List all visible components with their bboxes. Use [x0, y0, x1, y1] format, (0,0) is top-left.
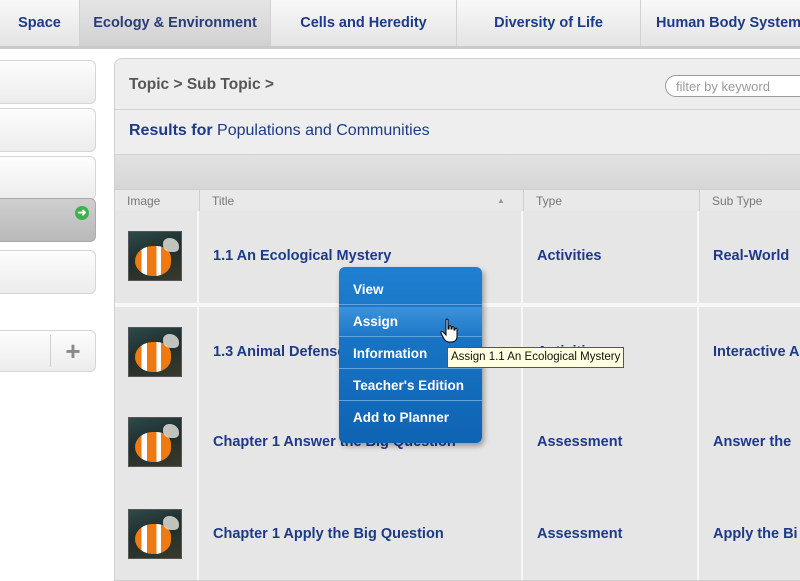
table-row[interactable]: Chapter 1 Apply the Big Question Assessm…: [115, 489, 800, 580]
tab-ecology-environment[interactable]: Ecology & Environment: [79, 0, 270, 46]
subtype-cell: Real-World: [699, 211, 800, 303]
hand-pointer-icon: [440, 318, 458, 343]
row-type: Assessment: [537, 526, 623, 542]
clownfish-icon[interactable]: [128, 417, 182, 467]
tab-cells-heredity[interactable]: Cells and Heredity: [270, 0, 456, 46]
subtype-cell: Interactive A: [699, 307, 800, 399]
breadcrumb[interactable]: Topic > Sub Topic >: [129, 76, 274, 94]
menu-item-teachers-edition[interactable]: Teacher's Edition: [339, 371, 482, 401]
tab-diversity-of-life[interactable]: Diversity of Life: [456, 0, 640, 46]
sidebar-item[interactable]: [0, 250, 96, 294]
row-sub-type: Interactive A: [713, 344, 800, 360]
row-type: Activities: [537, 248, 602, 264]
clownfish-icon[interactable]: [128, 231, 182, 281]
row-title[interactable]: 1.3 Animal Defenses: [213, 344, 354, 360]
column-header-type[interactable]: Type: [523, 190, 699, 212]
column-header-sub-type[interactable]: Sub Type: [699, 190, 800, 212]
row-sub-type: Answer the: [713, 434, 792, 450]
sidebar-item[interactable]: [0, 60, 96, 104]
row-sub-type: Apply the Bi: [713, 526, 798, 542]
sidebar-item[interactable]: [0, 108, 96, 152]
image-cell: [115, 397, 199, 489]
search-input[interactable]: [665, 75, 800, 97]
menu-item-view[interactable]: View: [339, 275, 482, 305]
type-cell: Assessment: [523, 397, 699, 489]
sort-ascending-icon[interactable]: ▲: [497, 190, 505, 212]
sidebar-item[interactable]: [0, 156, 96, 200]
subtype-cell: Apply the Bi: [699, 489, 800, 580]
toolbar-band: [115, 155, 800, 189]
sidebar: ➜ +: [0, 46, 98, 581]
menu-item-add-to-planner[interactable]: Add to Planner: [339, 403, 482, 433]
type-cell: Assessment: [523, 489, 699, 580]
topic-tabs: Space Ecology & Environment Cells and He…: [0, 0, 800, 49]
image-cell: [115, 211, 199, 303]
results-lead: Results for: [129, 122, 213, 139]
type-cell: Activities: [523, 211, 699, 303]
plus-icon[interactable]: +: [58, 335, 88, 367]
row-title[interactable]: Chapter 1 Apply the Big Question: [213, 526, 444, 542]
divider: [50, 335, 51, 367]
sidebar-item-selected[interactable]: ➜: [0, 198, 96, 242]
results-title: Results for Populations and Communities: [129, 122, 430, 140]
results-header: Results for Populations and Communities: [115, 110, 800, 155]
tab-human-body-systems[interactable]: Human Body Systems: [640, 0, 800, 46]
breadcrumb-bar: Topic > Sub Topic >: [115, 59, 800, 110]
clownfish-icon[interactable]: [128, 327, 182, 377]
row-sub-type: Real-World: [713, 248, 790, 264]
column-header-image[interactable]: Image: [115, 190, 199, 212]
menu-item-assign[interactable]: Assign: [339, 307, 482, 337]
table-header: Image Title ▲ Type Sub Type: [115, 189, 800, 213]
image-cell: [115, 489, 199, 580]
sidebar-add-box: +: [0, 330, 96, 372]
title-cell[interactable]: Chapter 1 Apply the Big Question: [199, 489, 523, 580]
tooltip: Assign 1.1 An Ecological Mystery: [447, 347, 625, 368]
row-type: Assessment: [537, 434, 623, 450]
tab-space[interactable]: Space: [0, 0, 79, 46]
row-title[interactable]: 1.1 An Ecological Mystery: [213, 248, 391, 264]
arrow-right-circle-icon[interactable]: ➜: [75, 206, 89, 220]
subtype-cell: Answer the: [699, 397, 800, 489]
image-cell: [115, 307, 199, 399]
results-topic: Populations and Communities: [217, 122, 430, 139]
clownfish-icon[interactable]: [128, 509, 182, 559]
column-header-title[interactable]: Title: [199, 190, 523, 212]
